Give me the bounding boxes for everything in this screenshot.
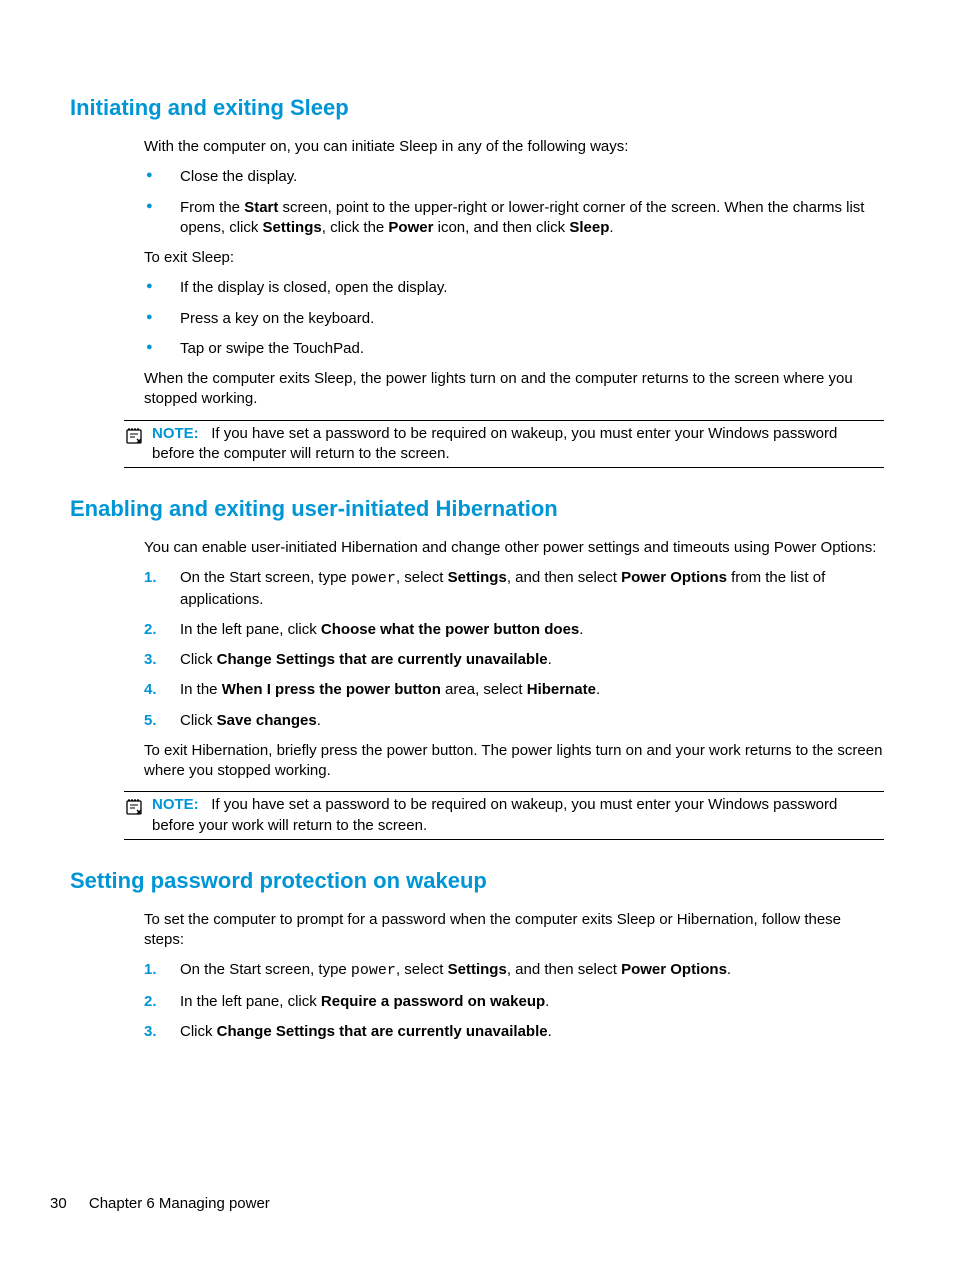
- section-hibernation-body: You can enable user-initiated Hibernatio…: [144, 538, 884, 781]
- bullet-list: If the display is closed, open the displ…: [144, 278, 884, 359]
- para: To exit Sleep:: [144, 248, 884, 268]
- heading-sleep: Initiating and exiting Sleep: [70, 95, 884, 121]
- note-body: If you have set a password to be require…: [152, 796, 837, 833]
- note-label: NOTE:: [152, 425, 199, 442]
- note-icon: [124, 797, 148, 823]
- step-list: On the Start screen, type power, select …: [144, 960, 884, 1042]
- chapter-label: Chapter 6 Managing power: [89, 1195, 270, 1212]
- section-password-body: To set the computer to prompt for a pass…: [144, 910, 884, 1042]
- list-item: In the When I press the power button are…: [144, 680, 884, 700]
- note-icon: [124, 426, 148, 452]
- list-item: Tap or swipe the TouchPad.: [144, 339, 884, 359]
- list-item: From the Start screen, point to the uppe…: [144, 198, 884, 239]
- note-text: NOTE: If you have set a password to be r…: [152, 795, 884, 836]
- para: You can enable user-initiated Hibernatio…: [144, 538, 884, 558]
- para: With the computer on, you can initiate S…: [144, 137, 884, 157]
- list-item: Click Change Settings that are currently…: [144, 1022, 884, 1042]
- heading-hibernation: Enabling and exiting user-initiated Hibe…: [70, 496, 884, 522]
- list-item: On the Start screen, type power, select …: [144, 568, 884, 610]
- document-page: Initiating and exiting Sleep With the co…: [0, 0, 954, 1270]
- list-item: In the left pane, click Require a passwo…: [144, 992, 884, 1012]
- heading-password: Setting password protection on wakeup: [70, 868, 884, 894]
- list-item: On the Start screen, type power, select …: [144, 960, 884, 981]
- note-body: If you have set a password to be require…: [152, 425, 837, 462]
- note-block: NOTE: If you have set a password to be r…: [124, 420, 884, 469]
- note-block: NOTE: If you have set a password to be r…: [124, 791, 884, 840]
- note-text: NOTE: If you have set a password to be r…: [152, 424, 884, 465]
- list-item: If the display is closed, open the displ…: [144, 278, 884, 298]
- list-item: Press a key on the keyboard.: [144, 309, 884, 329]
- note-label: NOTE:: [152, 796, 199, 813]
- list-item: Close the display.: [144, 167, 884, 187]
- section-sleep-body: With the computer on, you can initiate S…: [144, 137, 884, 410]
- para: When the computer exits Sleep, the power…: [144, 369, 884, 410]
- para: To set the computer to prompt for a pass…: [144, 910, 884, 951]
- para: To exit Hibernation, briefly press the p…: [144, 741, 884, 782]
- list-item: In the left pane, click Choose what the …: [144, 620, 884, 640]
- page-number: 30: [50, 1195, 67, 1212]
- page-footer: 30 Chapter 6 Managing power: [50, 1195, 270, 1212]
- list-item: Click Change Settings that are currently…: [144, 650, 884, 670]
- step-list: On the Start screen, type power, select …: [144, 568, 884, 731]
- list-item: Click Save changes.: [144, 711, 884, 731]
- bullet-list: Close the display. From the Start screen…: [144, 167, 884, 238]
